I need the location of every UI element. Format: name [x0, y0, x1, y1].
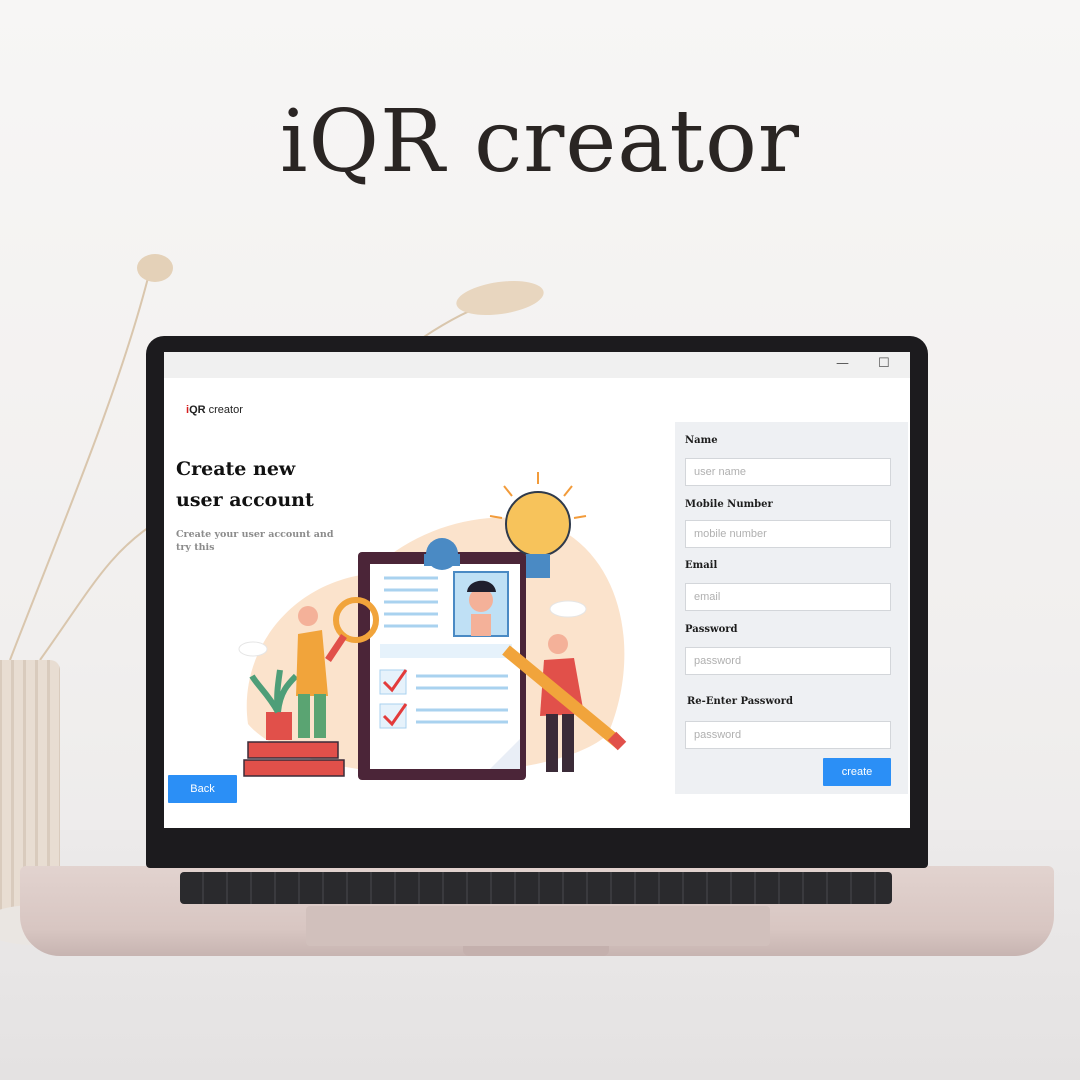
password-input[interactable] — [685, 647, 891, 675]
window-titlebar: — ☐ — [164, 352, 910, 378]
signup-form: Name Mobile Number Email Password Re-Ent… — [675, 422, 908, 794]
mobile-number-input[interactable] — [685, 520, 891, 548]
mobile-number-label: Mobile Number — [685, 499, 773, 510]
name-input[interactable] — [685, 458, 891, 486]
create-button[interactable]: create — [823, 758, 891, 786]
app-window: — ☐ iQR creator Create new user account … — [164, 352, 910, 828]
re-enter-password-label: Re-Enter Password — [687, 696, 793, 707]
laptop-trackpad — [306, 906, 770, 946]
name-label: Name — [685, 435, 718, 446]
re-enter-password-input[interactable] — [685, 721, 891, 749]
back-button[interactable]: Back — [168, 775, 237, 803]
logo-word-creator: creator — [205, 404, 243, 416]
registration-illustration — [238, 472, 627, 780]
password-label: Password — [685, 624, 738, 635]
maximize-icon[interactable]: ☐ — [878, 355, 890, 373]
logo-letters-qr: QR — [189, 404, 206, 416]
app-logo: iQR creator — [186, 404, 243, 416]
email-input[interactable] — [685, 583, 891, 611]
minimize-icon[interactable]: — — [836, 355, 849, 373]
laptop-keyboard — [180, 872, 892, 904]
email-label: Email — [685, 560, 718, 571]
laptop-notch — [463, 946, 609, 956]
marketing-headline: iQR creator — [280, 92, 800, 192]
